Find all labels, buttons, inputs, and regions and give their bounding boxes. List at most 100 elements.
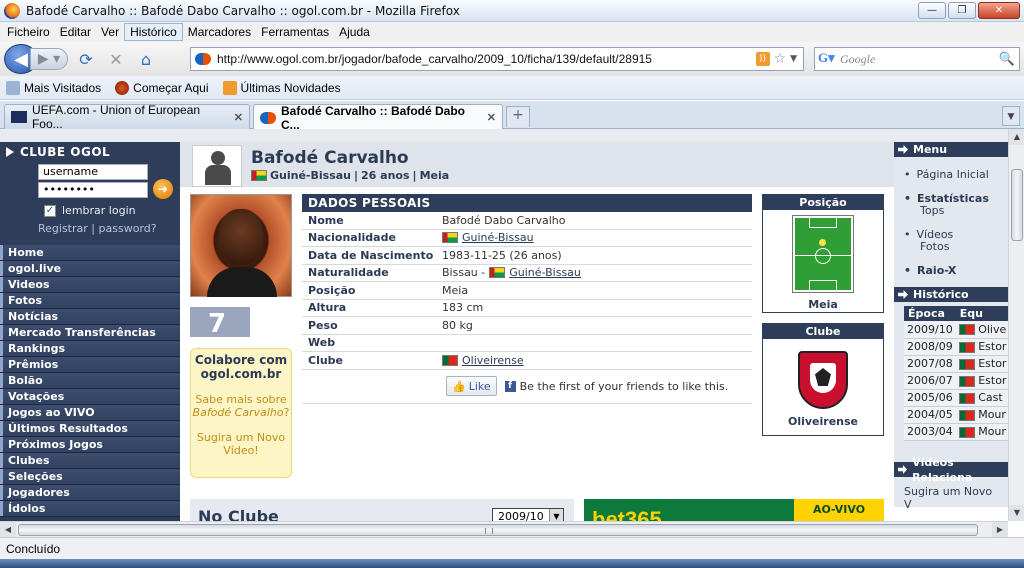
player-photo: [190, 194, 292, 297]
google-engine-icon[interactable]: G▾: [818, 50, 840, 68]
menu-ferramentas[interactable]: Ferramentas: [256, 24, 334, 40]
table-row[interactable]: 2004/05 Mour: [904, 406, 1008, 424]
new-tab-button[interactable]: +: [506, 106, 530, 127]
forward-button[interactable]: ▶ ▾: [30, 48, 68, 70]
nav-premios[interactable]: Prêmios: [0, 357, 180, 373]
table-row[interactable]: 2003/04 Mour: [904, 423, 1008, 441]
menu-marcadores[interactable]: Marcadores: [183, 24, 256, 40]
position-box-header: Posição: [763, 195, 883, 210]
tab-ogol[interactable]: Bafodé Carvalho :: Bafodé Dabo C... ✕: [253, 104, 503, 132]
url-bar[interactable]: http://www.ogol.com.br/jogador/bafode_ca…: [190, 47, 804, 71]
collaborate-title: Colabore com ogol.com.br: [194, 353, 288, 381]
tab-list-button[interactable]: ▼: [1002, 106, 1020, 126]
suggest-video-link[interactable]: Sugira um Novo Vídeo!: [191, 431, 291, 457]
search-box[interactable]: G▾ Google 🔍: [814, 47, 1020, 71]
portugal-flag-icon: [958, 409, 975, 421]
facebook-like-button[interactable]: 👍 Like: [446, 376, 497, 396]
menu-ver[interactable]: Ver: [96, 24, 124, 40]
menu-item-tops[interactable]: Tops: [894, 205, 1008, 217]
menu-item-fotos[interactable]: Fotos: [894, 241, 1008, 253]
collaborate-box: Colabore com ogol.com.br Sabe mais sobre…: [190, 348, 292, 478]
reload-icon[interactable]: ⟳: [74, 47, 98, 71]
menu-item-pagina-inicial[interactable]: • Página Inicial: [894, 169, 1008, 181]
bookmark-ultimas-novidades[interactable]: Últimas Novidades: [222, 80, 341, 95]
bookmark-comecar-aqui[interactable]: Começar Aqui: [115, 80, 209, 95]
club-box[interactable]: Clube Oliveirense: [762, 323, 884, 436]
nav-proximos-jogos[interactable]: Próximos Jogos: [0, 437, 180, 453]
minimize-button[interactable]: —: [918, 2, 946, 19]
search-input[interactable]: Google: [840, 52, 999, 67]
scroll-right-icon[interactable]: ▶: [992, 522, 1008, 538]
remember-checkbox[interactable]: ✓: [44, 204, 56, 217]
password-input[interactable]: ••••••••: [38, 182, 148, 198]
nav-idolos[interactable]: Ídolos: [0, 501, 180, 517]
login-submit-button[interactable]: ➜: [153, 179, 173, 199]
nationality-link[interactable]: Guiné-Bissau: [462, 231, 534, 244]
nav-clubes[interactable]: Clubes: [0, 453, 180, 469]
menu-item-estatisticas[interactable]: • Estatísticas: [894, 193, 1008, 205]
url-dropdown-icon[interactable]: ▼: [790, 54, 797, 64]
table-row[interactable]: 2005/06 Cast: [904, 389, 1008, 407]
player-subtitle: Guiné-Bissau | 26 anos | Meia: [251, 169, 449, 182]
remember-login[interactable]: ✓ lembrar login: [44, 204, 136, 217]
table-row[interactable]: 2008/09 Estor: [904, 338, 1008, 356]
club-name[interactable]: Oliveirense: [763, 415, 883, 428]
nav-ogol-live[interactable]: ogol.live: [0, 261, 180, 277]
club-link[interactable]: Oliveirense: [462, 354, 524, 367]
nav-home[interactable]: Home: [0, 245, 180, 261]
username-input[interactable]: username: [38, 164, 148, 180]
vertical-scroll-thumb[interactable]: [1011, 169, 1023, 241]
season-select[interactable]: 2009/10 ▼: [492, 508, 564, 521]
nav-jogadores[interactable]: Jogadores: [0, 485, 180, 501]
nav-fotos[interactable]: Fotos: [0, 293, 180, 309]
chevron-down-icon[interactable]: ▼: [549, 509, 563, 521]
no-clube-title: No Clube: [198, 507, 279, 521]
menu-historico[interactable]: Histórico: [124, 23, 183, 41]
data-row: Altura 183 cm: [302, 300, 752, 317]
collaborate-link[interactable]: Sabe mais sobre Bafodé Carvalho?: [191, 393, 291, 419]
nav-votacoes[interactable]: Votações: [0, 389, 180, 405]
nav-videos[interactable]: Videos: [0, 277, 180, 293]
menu-editar[interactable]: Editar: [55, 24, 96, 40]
nav-ultimos-resultados[interactable]: Últimos Resultados: [0, 421, 180, 437]
close-button[interactable]: ✕: [978, 2, 1020, 19]
nav-bolao[interactable]: Bolão: [0, 373, 180, 389]
menu-item-raio-x[interactable]: • Raio-X: [894, 265, 1008, 277]
rss-feed-icon[interactable]: )): [755, 52, 770, 66]
birthplace-country-link[interactable]: Guiné-Bissau: [509, 266, 581, 279]
nav-noticias[interactable]: Notícias: [0, 309, 180, 325]
tab-uefa[interactable]: UEFA.com - Union of European Foo... ✕: [4, 103, 250, 131]
stop-icon[interactable]: ✕: [104, 47, 128, 71]
nav-mercado[interactable]: Mercado Transferências: [0, 325, 180, 341]
maximize-button[interactable]: ❐: [948, 2, 976, 19]
scroll-left-icon[interactable]: ◀: [0, 522, 16, 538]
tab-close-icon[interactable]: ✕: [234, 111, 243, 124]
bookmark-star-icon[interactable]: ☆: [774, 51, 787, 67]
tab-close-icon[interactable]: ✕: [487, 111, 496, 124]
scroll-down-icon[interactable]: ▼: [1009, 505, 1024, 521]
login-links: Registrar | password?: [38, 222, 157, 235]
navigation-toolbar: ◀ ▶ ▾ ⟳ ✕ ⌂ http://www.ogol.com.br/jogad…: [0, 42, 1024, 76]
home-icon[interactable]: ⌂: [134, 47, 158, 71]
horizontal-scrollbar[interactable]: ◀ ▶: [0, 521, 1008, 538]
nav-jogos-ao-vivo[interactable]: Jogos ao VIVO: [0, 405, 180, 421]
club-crest-icon[interactable]: [798, 347, 848, 409]
table-row[interactable]: 2009/10 Olive: [904, 321, 1008, 339]
menu-item-videos[interactable]: • Vídeos: [894, 229, 1008, 241]
scroll-up-icon[interactable]: ▲: [1009, 129, 1024, 145]
register-link[interactable]: Registrar: [38, 222, 88, 235]
nav-selecoes[interactable]: Seleções: [0, 469, 180, 485]
menu-ficheiro[interactable]: Ficheiro: [2, 24, 55, 40]
videos-header: Vídeos Relaciona: [894, 456, 1008, 484]
nav-rankings[interactable]: Rankings: [0, 341, 180, 357]
ao-vivo-label: AO-VIVO: [794, 499, 884, 521]
table-row[interactable]: 2006/07 Estor: [904, 372, 1008, 390]
password-link[interactable]: password?: [99, 222, 157, 235]
menu-ajuda[interactable]: Ajuda: [334, 24, 375, 40]
search-icon[interactable]: 🔍: [999, 52, 1015, 67]
bookmark-mais-visitados[interactable]: Mais Visitados: [6, 80, 101, 95]
table-row[interactable]: 2007/08 Estor: [904, 355, 1008, 373]
horizontal-scroll-thumb[interactable]: [18, 524, 978, 536]
bet365-banner[interactable]: bet365 AO-VIVO: [584, 499, 884, 521]
vertical-scrollbar[interactable]: ▲ ▼: [1008, 129, 1024, 521]
